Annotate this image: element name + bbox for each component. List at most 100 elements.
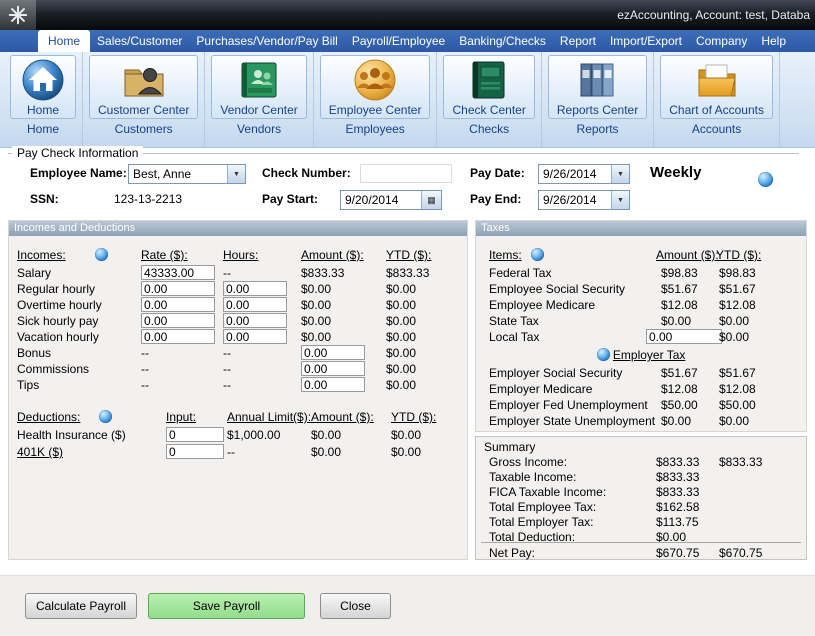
calculate-payroll-button[interactable]: Calculate Payroll bbox=[25, 593, 137, 619]
income-amount-input[interactable] bbox=[301, 377, 365, 392]
income-rate-input[interactable] bbox=[141, 329, 215, 344]
ribbon-button-chart-of-accounts[interactable]: Chart of Accounts bbox=[660, 55, 773, 119]
deduction-input[interactable] bbox=[166, 444, 224, 459]
employee-name-select[interactable]: Best, Anne ▼ bbox=[128, 164, 246, 184]
tax-ytd: $50.00 bbox=[719, 397, 756, 413]
help-globe-icon[interactable] bbox=[758, 172, 773, 187]
ribbon-button-vendor-center[interactable]: Vendor Center bbox=[211, 55, 306, 119]
pay-end-select[interactable]: 9/26/2014 ▼ bbox=[538, 190, 630, 210]
help-globe-icon[interactable] bbox=[531, 248, 544, 261]
menu-tab-import-export[interactable]: Import/Export bbox=[603, 30, 689, 52]
tax-ytd: $0.00 bbox=[719, 413, 749, 429]
income-amount-input[interactable] bbox=[301, 345, 365, 360]
taxes-header-ytd: YTD ($): bbox=[716, 247, 761, 263]
tax-amount: $51.67 bbox=[661, 365, 698, 381]
income-rate-input[interactable] bbox=[141, 313, 215, 328]
income-label: Commissions bbox=[17, 361, 89, 377]
check-number-input[interactable] bbox=[360, 164, 452, 183]
income-rate: -- bbox=[141, 361, 149, 377]
taxes-header-items: Items: bbox=[489, 247, 522, 263]
deduction-limit: -- bbox=[227, 444, 235, 460]
summary-row: Total Employer Tax:$113.75 bbox=[476, 514, 806, 530]
income-label: Tips bbox=[17, 377, 39, 393]
income-ytd: $0.00 bbox=[386, 345, 416, 361]
ribbon-group-customers: Customer Center Customers bbox=[83, 52, 205, 147]
summary-amount: $670.75 bbox=[656, 545, 699, 561]
incomes-header-ytd: YTD ($): bbox=[386, 247, 431, 263]
menu-tab-purchases-vendor-pay-bill[interactable]: Purchases/Vendor/Pay Bill bbox=[189, 30, 344, 52]
income-amount: $0.00 bbox=[301, 297, 331, 313]
menu-tab-help[interactable]: Help bbox=[754, 30, 793, 52]
ribbon-button-home[interactable]: Home bbox=[10, 55, 76, 119]
tax-label: Local Tax bbox=[489, 329, 539, 345]
tax-amount-input[interactable] bbox=[646, 329, 722, 344]
income-hours-input[interactable] bbox=[223, 313, 287, 328]
ribbon-button-employee-center[interactable]: Employee Center bbox=[320, 55, 431, 119]
tax-label: Employee Social Security bbox=[489, 281, 625, 297]
ribbon-button-label: Customer Center bbox=[98, 103, 189, 117]
deduction-input[interactable] bbox=[166, 427, 224, 442]
incomes-header-row: Incomes: Rate ($): Hours: Amount ($): YT… bbox=[9, 247, 467, 263]
app-logo-icon[interactable] bbox=[0, 0, 36, 30]
ribbon-button-check-center[interactable]: Check Center bbox=[443, 55, 534, 119]
help-globe-icon[interactable] bbox=[99, 410, 112, 423]
help-globe-icon[interactable] bbox=[95, 248, 108, 261]
ribbon-group-accounts: Chart of AccountsAccounts bbox=[654, 52, 780, 147]
pay-start-value: 9/20/2014 bbox=[341, 193, 421, 207]
ribbon-group-label: Vendors bbox=[237, 122, 281, 136]
income-rate: -- bbox=[141, 345, 149, 361]
pay-end-value: 9/26/2014 bbox=[539, 193, 611, 207]
ribbon-button-customer-center[interactable]: Customer Center bbox=[89, 55, 198, 119]
income-amount-input[interactable] bbox=[301, 361, 365, 376]
taxes-panel-title: Taxes bbox=[476, 221, 806, 236]
menu-tab-payroll-employee[interactable]: Payroll/Employee bbox=[345, 30, 452, 52]
tax-ytd: $0.00 bbox=[719, 329, 749, 345]
ribbon-group-checks: Check CenterChecks bbox=[437, 52, 541, 147]
income-label: Vacation hourly bbox=[17, 329, 99, 345]
ribbon-group-employees: Employee Center Employees bbox=[314, 52, 438, 147]
summary-ytd: $833.33 bbox=[719, 454, 762, 470]
income-amount: $833.33 bbox=[301, 265, 344, 281]
income-rate-input[interactable] bbox=[141, 297, 215, 312]
menu-tab-company[interactable]: Company bbox=[689, 30, 754, 52]
income-hours-input[interactable] bbox=[223, 297, 287, 312]
tax-row: State Tax$0.00$0.00 bbox=[476, 313, 806, 329]
summary-label: Total Employer Tax: bbox=[489, 514, 594, 530]
ribbon-button-label: Home bbox=[27, 103, 59, 117]
ribbon-button-reports-center[interactable]: Reports Center bbox=[548, 55, 647, 119]
employer-tax-title: Employer Tax bbox=[613, 348, 685, 362]
income-hours: -- bbox=[223, 377, 231, 393]
ribbon-group-reports: Reports CenterReports bbox=[542, 52, 654, 147]
income-ytd: $0.00 bbox=[386, 297, 416, 313]
menu-tab-report[interactable]: Report bbox=[553, 30, 603, 52]
close-button[interactable]: Close bbox=[320, 593, 391, 619]
summary-row: FICA Taxable Income:$833.33 bbox=[476, 484, 806, 500]
ribbon-group-label: Customers bbox=[115, 122, 173, 136]
income-hours: -- bbox=[223, 265, 231, 281]
menu-tab-banking-checks[interactable]: Banking/Checks bbox=[452, 30, 553, 52]
income-rate-input[interactable] bbox=[141, 281, 215, 296]
help-globe-icon[interactable] bbox=[597, 348, 610, 361]
chevron-down-icon: ▼ bbox=[227, 165, 245, 183]
tax-label: Employer Fed Unemployment bbox=[489, 397, 648, 413]
income-row: Vacation hourly$0.00$0.00 bbox=[9, 329, 467, 345]
tax-label: Employer State Unemployment bbox=[489, 413, 655, 429]
deduction-row: Health Insurance ($)$1,000.00$0.00$0.00 bbox=[9, 427, 467, 443]
ribbon-button-label: Vendor Center bbox=[220, 103, 297, 117]
menu-tab-sales-customer[interactable]: Sales/Customer bbox=[90, 30, 189, 52]
income-row: Commissions----$0.00 bbox=[9, 361, 467, 377]
pay-date-label: Pay Date: bbox=[470, 166, 525, 180]
pay-date-select[interactable]: 9/26/2014 ▼ bbox=[538, 164, 630, 184]
income-rate-input[interactable] bbox=[141, 265, 215, 280]
income-row: Regular hourly$0.00$0.00 bbox=[9, 281, 467, 297]
income-hours-input[interactable] bbox=[223, 281, 287, 296]
calendar-icon[interactable]: ▦ bbox=[421, 191, 441, 209]
income-row: Overtime hourly$0.00$0.00 bbox=[9, 297, 467, 313]
menu-tab-home[interactable]: Home bbox=[38, 30, 90, 52]
ribbon-group-label: Employees bbox=[345, 122, 404, 136]
tax-row: Employee Medicare$12.08$12.08 bbox=[476, 297, 806, 313]
save-payroll-button[interactable]: Save Payroll bbox=[148, 593, 305, 619]
incomes-header-hours: Hours: bbox=[223, 247, 258, 263]
income-hours-input[interactable] bbox=[223, 329, 287, 344]
pay-start-input[interactable]: 9/20/2014 ▦ bbox=[340, 190, 442, 210]
